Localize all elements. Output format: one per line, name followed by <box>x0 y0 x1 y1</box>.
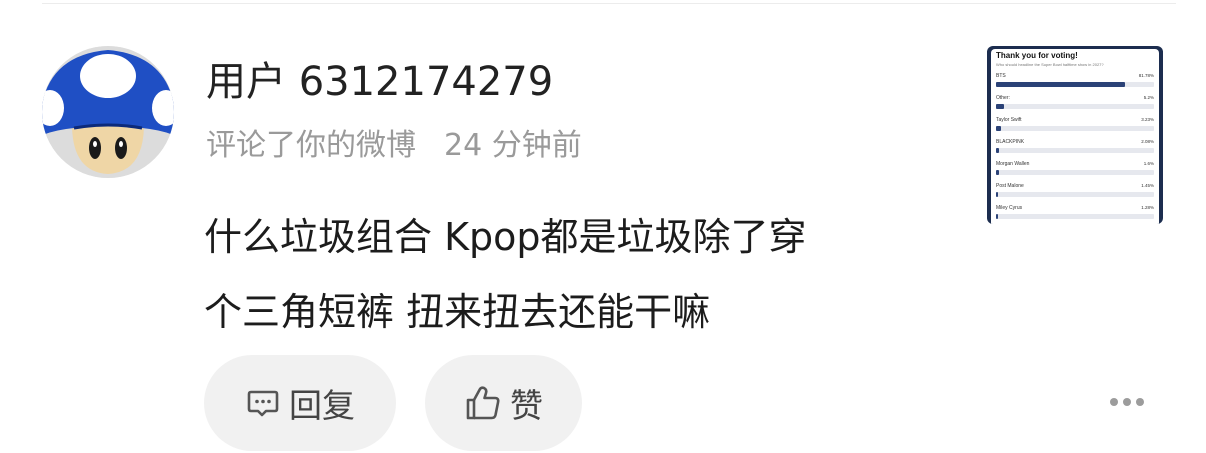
poll-bar-fill <box>996 214 999 219</box>
like-button[interactable]: 赞 <box>425 355 582 451</box>
poll-option-name: BTS <box>996 73 1006 79</box>
poll-subtitle: Who should headline the Super Bowl halft… <box>996 62 1104 67</box>
comment-action-text: 评论了你的微博 <box>206 128 416 163</box>
comment-meta: 评论了你的微博 24 分钟前 <box>206 124 582 168</box>
reply-button[interactable]: 回复 <box>204 355 396 451</box>
poll-option-percent: 5.2% <box>1143 95 1154 100</box>
poll-option-name: Other: <box>996 95 1010 101</box>
poll-row: BLACKPINK 2.08% <box>996 139 1154 159</box>
comment-timestamp: 24 分钟前 <box>444 128 582 163</box>
top-divider <box>42 3 1176 4</box>
poll-bar-fill <box>996 126 1002 131</box>
poll-bar-fill <box>996 192 999 197</box>
poll-bar-track <box>996 148 1154 153</box>
weibo-thumbnail[interactable]: Thank you for voting! Who should headlin… <box>987 46 1163 224</box>
poll-option-name: Miley Cyrus <box>996 205 1023 211</box>
poll-bar-track <box>996 82 1154 87</box>
mushroom-avatar-image <box>42 46 174 178</box>
poll-option-name: BLACKPINK <box>996 139 1025 145</box>
poll-screenshot: Thank you for voting! Who should headlin… <box>991 49 1159 224</box>
poll-bar-track <box>996 214 1154 219</box>
like-label: 赞 <box>510 386 543 425</box>
comment-line: 什么垃圾组合 Kpop都是垃圾除了穿 <box>204 215 807 259</box>
poll-bar-fill <box>996 170 999 175</box>
comment-body: 什么垃圾组合 Kpop都是垃圾除了穿 个三角短裤 扭来扭去还能干嘛 <box>204 200 924 350</box>
poll-bar-track <box>996 104 1154 109</box>
poll-option-percent: 2.08% <box>1141 139 1154 144</box>
poll-bar-track <box>996 126 1154 131</box>
poll-option-percent: 3.23% <box>1141 117 1154 122</box>
poll-option-percent: 81.78% <box>1138 73 1154 78</box>
thumbs-up-icon <box>464 384 502 422</box>
poll-row: Post Malone 1.45% <box>996 183 1154 203</box>
avatar[interactable] <box>42 46 174 178</box>
poll-option-name: Post Malone <box>996 183 1024 189</box>
poll-bar-track <box>996 170 1154 175</box>
reply-label: 回复 <box>289 386 355 425</box>
poll-option-name: Taylor Swift <box>996 117 1022 123</box>
comment-line: 个三角短裤 扭来扭去还能干嘛 <box>204 290 711 334</box>
poll-bar-fill <box>996 104 1005 109</box>
poll-option-name: Morgan Wallen <box>996 161 1030 167</box>
more-icon[interactable] <box>1110 398 1144 406</box>
poll-option-percent: 1.45% <box>1141 183 1154 188</box>
poll-row: Miley Cyrus 1.28% <box>996 205 1154 224</box>
poll-row: Other: 5.2% <box>996 95 1154 115</box>
poll-row: Taylor Swift 3.23% <box>996 117 1154 137</box>
poll-option-percent: 1.6% <box>1143 161 1154 166</box>
poll-bar-fill <box>996 82 1126 87</box>
poll-bar-track <box>996 192 1154 197</box>
poll-row: BTS 81.78% <box>996 73 1154 93</box>
poll-title: Thank you for voting! <box>996 51 1078 60</box>
poll-bar-fill <box>996 148 1000 153</box>
poll-option-percent: 1.28% <box>1141 205 1154 210</box>
comment-icon <box>245 385 281 421</box>
username[interactable]: 用户 6312174279 <box>206 52 553 112</box>
poll-row: Morgan Wallen 1.6% <box>996 161 1154 181</box>
